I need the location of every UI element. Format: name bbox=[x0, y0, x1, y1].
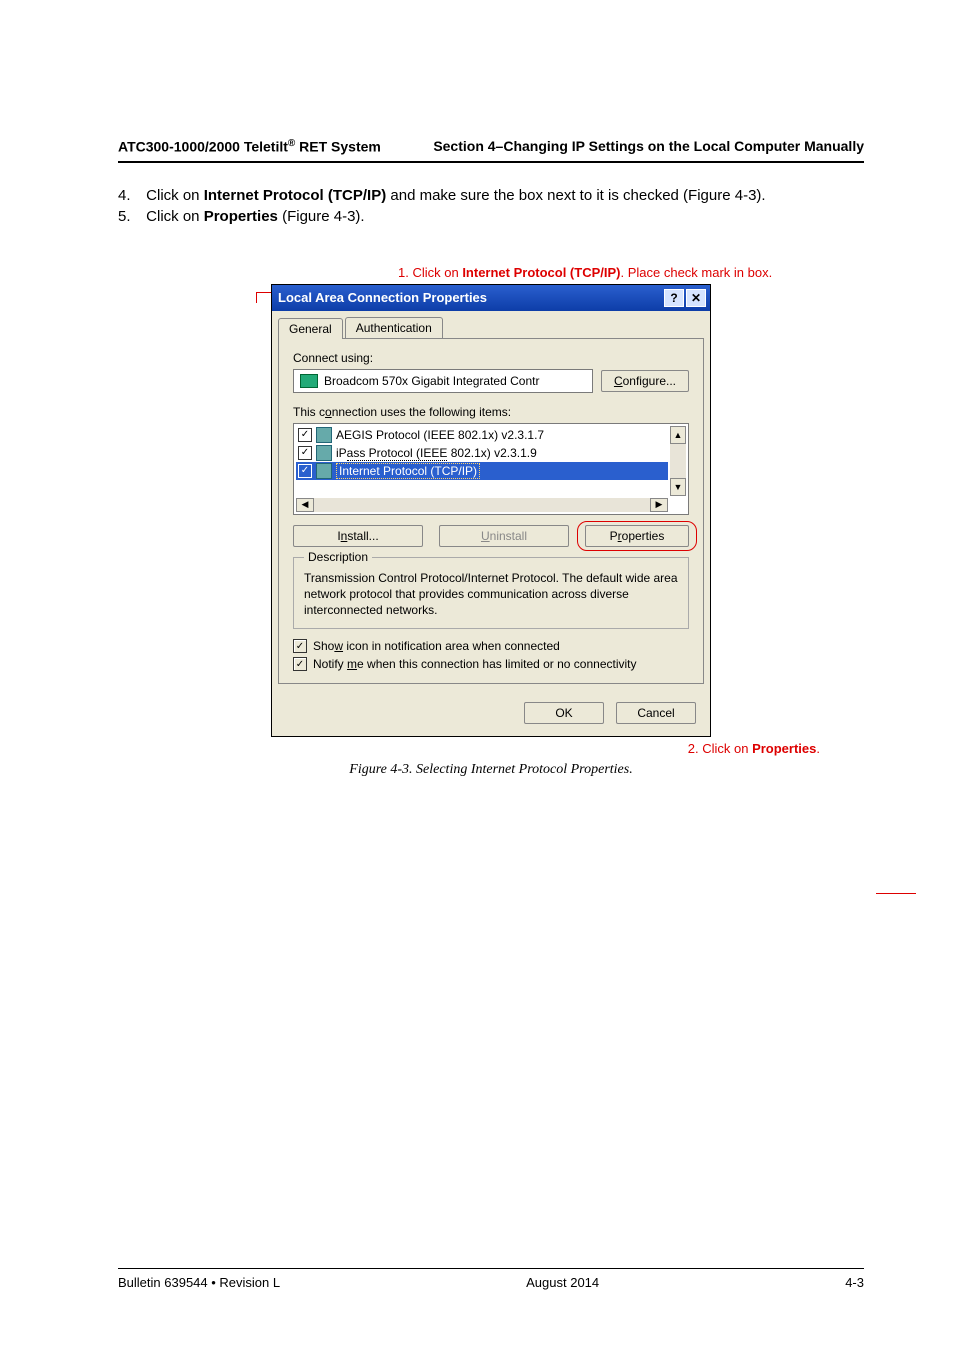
show-icon-checkbox[interactable]: ✓ bbox=[293, 639, 307, 653]
connect-using-label: Connect using: bbox=[293, 351, 689, 365]
item-ipass[interactable]: ✓ iPass Protocol (IEEE 802.1x) v2.3.1.9 bbox=[296, 444, 668, 462]
step-4-num: 4. bbox=[118, 187, 142, 204]
footer-left: Bulletin 639544 • Revision L bbox=[118, 1275, 280, 1290]
item-aegis[interactable]: ✓ AEGIS Protocol (IEEE 802.1x) v2.3.1.7 bbox=[296, 426, 668, 444]
tab-general[interactable]: General bbox=[278, 318, 343, 339]
configure-button[interactable]: Configure... bbox=[601, 370, 689, 392]
vertical-scrollbar[interactable]: ▲ ▼ bbox=[670, 426, 686, 496]
dialog-title: Local Area Connection Properties bbox=[278, 290, 487, 305]
description-legend: Description bbox=[304, 550, 372, 564]
ok-button[interactable]: OK bbox=[524, 702, 604, 724]
protocol-icon bbox=[316, 463, 332, 479]
scroll-down-button[interactable]: ▼ bbox=[670, 478, 686, 496]
items-label: This connection uses the following items… bbox=[293, 405, 689, 419]
scroll-right-button[interactable]: ▶ bbox=[650, 498, 668, 512]
tab-body: Connect using: Broadcom 570x Gigabit Int… bbox=[278, 338, 704, 685]
callout-1: 1. Click on Internet Protocol (TCP/IP). … bbox=[398, 265, 864, 280]
checkbox-aegis[interactable]: ✓ bbox=[298, 428, 312, 442]
tabs: General Authentication bbox=[272, 311, 710, 338]
titlebar: Local Area Connection Properties ? ✕ bbox=[272, 285, 710, 311]
show-icon-row[interactable]: ✓ Show icon in notification area when co… bbox=[293, 639, 689, 653]
step-4: 4. Click on Internet Protocol (TCP/IP) a… bbox=[118, 187, 864, 204]
help-button[interactable]: ? bbox=[664, 289, 684, 307]
step-5-num: 5. bbox=[118, 208, 142, 225]
close-button[interactable]: ✕ bbox=[686, 289, 706, 307]
cancel-button[interactable]: Cancel bbox=[616, 702, 696, 724]
running-header: ATC300-1000/2000 Teletilt® RET System Se… bbox=[118, 138, 864, 163]
install-button[interactable]: Install... bbox=[293, 525, 423, 547]
footer-right: 4-3 bbox=[845, 1275, 864, 1290]
tab-authentication[interactable]: Authentication bbox=[345, 317, 443, 338]
scroll-left-button[interactable]: ◀ bbox=[296, 498, 314, 512]
item-tcpip-label: Internet Protocol (TCP/IP) bbox=[336, 463, 480, 479]
protocol-icon bbox=[316, 445, 332, 461]
item-tcpip[interactable]: ✓ Internet Protocol (TCP/IP) bbox=[296, 462, 668, 480]
runhead-right: Section 4–Changing IP Settings on the Lo… bbox=[433, 138, 864, 155]
step-5: 5. Click on Properties (Figure 4-3). bbox=[118, 208, 864, 225]
callout-2-line bbox=[876, 893, 916, 894]
description-group: Description Transmission Control Protoco… bbox=[293, 557, 689, 630]
dialog-local-area-connection: Local Area Connection Properties ? ✕ Gen… bbox=[271, 284, 711, 738]
horizontal-scrollbar[interactable]: ◀ ▶ bbox=[296, 498, 668, 512]
callout-2: 2. Click on Properties. bbox=[118, 741, 820, 756]
adapter-name: Broadcom 570x Gigabit Integrated Contr bbox=[324, 374, 539, 388]
notify-checkbox[interactable]: ✓ bbox=[293, 657, 307, 671]
items-listbox[interactable]: ✓ AEGIS Protocol (IEEE 802.1x) v2.3.1.7 … bbox=[293, 423, 689, 515]
uninstall-button[interactable]: Uninstall bbox=[439, 525, 569, 547]
runhead-left: ATC300-1000/2000 Teletilt® RET System bbox=[118, 138, 381, 155]
footer-center: August 2014 bbox=[526, 1275, 599, 1290]
checkbox-ipass[interactable]: ✓ bbox=[298, 446, 312, 460]
properties-highlight bbox=[577, 521, 697, 551]
notify-row[interactable]: ✓ Notify me when this connection has lim… bbox=[293, 657, 689, 671]
page-footer: Bulletin 639544 • Revision L August 2014… bbox=[118, 1268, 864, 1290]
adapter-field[interactable]: Broadcom 570x Gigabit Integrated Contr bbox=[293, 369, 593, 393]
nic-icon bbox=[300, 374, 318, 388]
description-text: Transmission Control Protocol/Internet P… bbox=[304, 570, 678, 619]
figure-caption: Figure 4-3. Selecting Internet Protocol … bbox=[118, 762, 864, 778]
protocol-icon bbox=[316, 427, 332, 443]
scroll-up-button[interactable]: ▲ bbox=[670, 426, 686, 444]
checkbox-tcpip[interactable]: ✓ bbox=[298, 464, 312, 478]
